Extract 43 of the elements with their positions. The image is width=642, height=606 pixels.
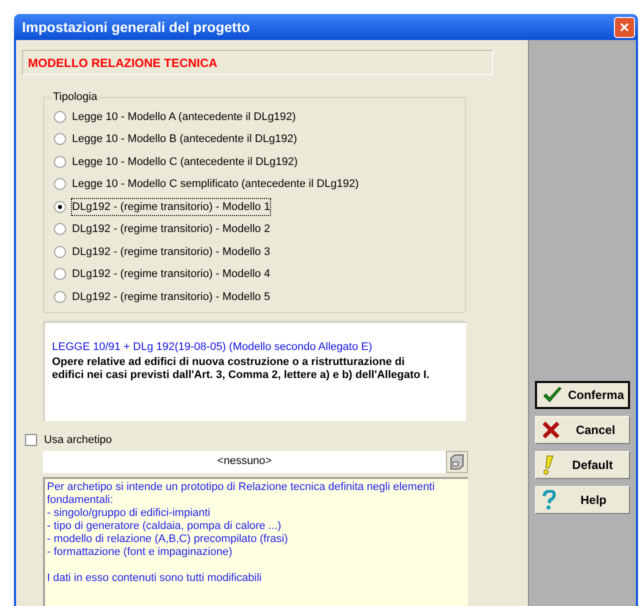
description-reference: LEGGE 10/91 + DLg 192(19-08-05) (Modello secondo Allegato E) <box>52 340 374 355</box>
checkbox[interactable] <box>25 434 37 446</box>
checkbox-label: Usa archetipo <box>44 433 112 448</box>
close-icon <box>542 421 560 439</box>
radio-button[interactable] <box>54 178 66 190</box>
radio-option[interactable]: DLg192 - (regime transitorio) - Modello 5 <box>54 286 465 308</box>
radio-button[interactable] <box>54 290 66 303</box>
cabinet-icon <box>450 454 464 470</box>
close-button[interactable]: ✕ <box>614 16 635 38</box>
description-text: Opere relative ad edifici di nuova costruzione o a ristrutturazione di edifici nei casi previsti dall'Art. 3, Comma 2, lettere a) e b) dell'Allegato I. <box>52 356 431 382</box>
radio-option[interactable]: DLg192 - (regime transitorio) - Modello 2 <box>54 218 465 240</box>
radio-option[interactable]: Legge 10 - Modello C (antecedente il DLg192) <box>54 150 465 173</box>
question-icon <box>542 490 556 510</box>
radio-option[interactable]: DLg192 - (regime transitorio) - Modello 1 <box>54 196 465 218</box>
section-header: MODELLO RELAZIONE TECNICA <box>22 50 493 75</box>
window-title: Impostazioni generali del progetto <box>22 18 250 37</box>
help-button[interactable]: Help <box>535 486 630 514</box>
checkmark-icon <box>543 386 562 404</box>
note-line: I dati in esso contenuti sono tutti modificabili <box>47 572 263 584</box>
radio-option[interactable]: DLg192 - (regime transitorio) - Modello 4 <box>54 263 465 286</box>
radio-button[interactable] <box>54 133 66 146</box>
note-line: - singolo/gruppo di edifici-impianti <box>47 506 212 520</box>
radio-button[interactable] <box>54 268 66 280</box>
note-line: - tipo di generatore (caldaia, pompa di calore ...) <box>47 520 282 532</box>
browse-button[interactable] <box>446 450 468 472</box>
radio-option[interactable]: Legge 10 - Modello A (antecedente il DLg192) <box>54 106 465 128</box>
cancel-button[interactable]: Cancel <box>535 416 630 444</box>
archetype-field[interactable]: <nessuno> <box>43 450 446 472</box>
confirm-button[interactable]: Conferma <box>535 381 630 409</box>
default-button[interactable]: Default <box>535 451 630 479</box>
radio-button[interactable] <box>54 156 66 168</box>
note-line: Per archetipo si intende un prototipo di Relazione tecnica definita negli elementi fondamentali: <box>47 480 436 506</box>
group-legend: Tipologia <box>52 89 98 106</box>
exclamation-icon <box>542 455 554 475</box>
radio-option[interactable]: DLg192 - (regime transitorio) - Modello 3 <box>54 240 465 263</box>
radio-option[interactable]: Legge 10 - Modello B (antecedente il DLg192) <box>54 128 465 150</box>
radio-button[interactable] <box>54 200 66 213</box>
radio-button[interactable] <box>54 110 66 123</box>
radio-option[interactable]: Legge 10 - Modello C semplificato (antecedente il DLg192) <box>54 173 465 196</box>
note-line: - formattazione (font e impaginazione) <box>47 546 234 558</box>
radio-button[interactable] <box>54 246 66 258</box>
note-line: - modello di relazione (A,B,C) precompilato (frasi) <box>47 532 289 546</box>
radio-button[interactable] <box>54 223 66 236</box>
